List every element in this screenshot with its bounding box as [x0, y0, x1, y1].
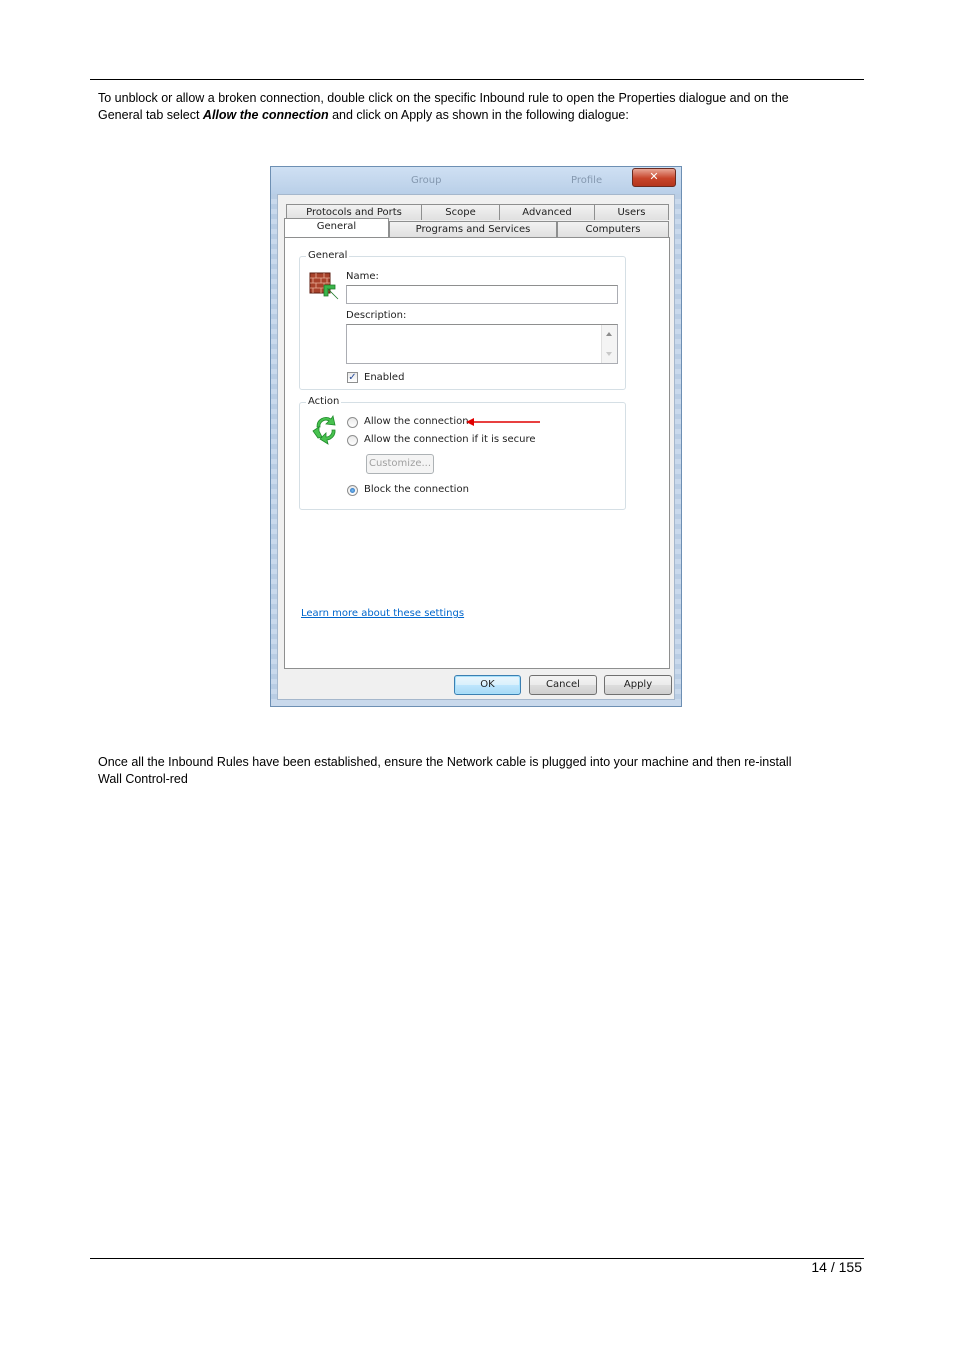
tab-programs-and-services[interactable]: Programs and Services	[389, 221, 557, 237]
intro-text: General tab select	[98, 108, 203, 122]
dialog-client-area: Protocols and Ports Scope Advanced Users…	[277, 194, 675, 700]
action-group: Action Allow the connection Allow the co…	[299, 396, 626, 510]
customize-button[interactable]: Customize...	[366, 454, 434, 474]
window-frame-right	[675, 194, 681, 704]
general-tab-panel: General Name: Description: ✓ Enabled Act…	[284, 237, 670, 669]
enabled-checkbox[interactable]: ✓	[347, 372, 358, 383]
scroll-down-icon	[606, 352, 612, 356]
tab-computers[interactable]: Computers	[557, 221, 669, 237]
tab-label: Programs and Services	[415, 224, 531, 235]
intro-line-1: To unblock or allow a broken connection,…	[98, 91, 789, 105]
allow-if-secure-label: Allow the connection if it is secure	[364, 434, 536, 445]
allow-if-secure-radio[interactable]	[347, 435, 358, 446]
allow-connection-radio[interactable]	[347, 417, 358, 428]
annotation-arrow	[466, 418, 540, 426]
outro-line-1: Once all the Inbound Rules have been est…	[98, 755, 792, 769]
description-label: Description:	[346, 310, 407, 321]
tab-label: Protocols and Ports	[306, 207, 402, 218]
allow-connection-emphasis: Allow the connection	[202, 108, 329, 122]
dialog-title-right: Profile	[571, 175, 603, 186]
intro-paragraph: To unblock or allow a broken connection,…	[98, 90, 858, 124]
properties-dialog: Group Profile ✕ Protocols and Ports Scop…	[270, 166, 682, 707]
firewall-brick-icon	[309, 272, 339, 300]
description-field[interactable]	[346, 324, 618, 364]
general-group-label: General	[306, 250, 350, 262]
block-connection-label: Block the connection	[364, 484, 469, 495]
footer-rule	[90, 1258, 864, 1259]
name-field[interactable]	[346, 285, 618, 304]
dialog-title: Group	[411, 175, 442, 186]
tab-users[interactable]: Users	[594, 204, 669, 220]
tab-label: Scope	[445, 207, 476, 218]
ok-button[interactable]: OK	[454, 675, 521, 695]
tab-advanced[interactable]: Advanced	[499, 204, 595, 220]
general-group: General Name: Description: ✓ Enabled	[299, 250, 626, 390]
block-connection-radio[interactable]	[347, 485, 358, 496]
cancel-label: Cancel	[546, 679, 580, 690]
allow-connection-label: Allow the connection	[364, 416, 469, 427]
enabled-label: Enabled	[364, 372, 405, 383]
intro-line-2: General tab select Allow the connection …	[98, 107, 858, 124]
tab-label: Computers	[585, 224, 641, 235]
tab-label: Users	[617, 207, 646, 218]
cancel-button[interactable]: Cancel	[529, 675, 597, 695]
recycle-arrows-icon	[312, 414, 336, 445]
close-button[interactable]: ✕	[632, 168, 676, 187]
close-icon: ✕	[649, 170, 659, 183]
page-number: 14 / 155	[811, 1259, 862, 1275]
outro-line-2: Wall Control-red	[98, 772, 188, 786]
action-group-label: Action	[306, 396, 342, 408]
apply-label: Apply	[623, 679, 653, 690]
tab-general[interactable]: General	[284, 218, 389, 237]
name-label: Name:	[346, 271, 379, 282]
customize-label: Customize...	[368, 458, 432, 469]
learn-more-link[interactable]: Learn more about these settings	[301, 608, 464, 619]
description-scrollbar[interactable]	[601, 325, 617, 363]
header-rule	[90, 79, 864, 80]
tab-scope[interactable]: Scope	[421, 204, 500, 220]
intro-text-tail: and click on Apply as shown in the follo…	[328, 108, 629, 122]
apply-button[interactable]: Apply	[604, 675, 672, 695]
tab-label: General	[316, 221, 357, 232]
title-bar: Group Profile ✕	[271, 167, 681, 194]
tab-label: Advanced	[522, 207, 572, 218]
ok-label: OK	[480, 679, 495, 690]
outro-paragraph: Once all the Inbound Rules have been est…	[98, 754, 858, 788]
scroll-up-icon	[606, 332, 612, 336]
